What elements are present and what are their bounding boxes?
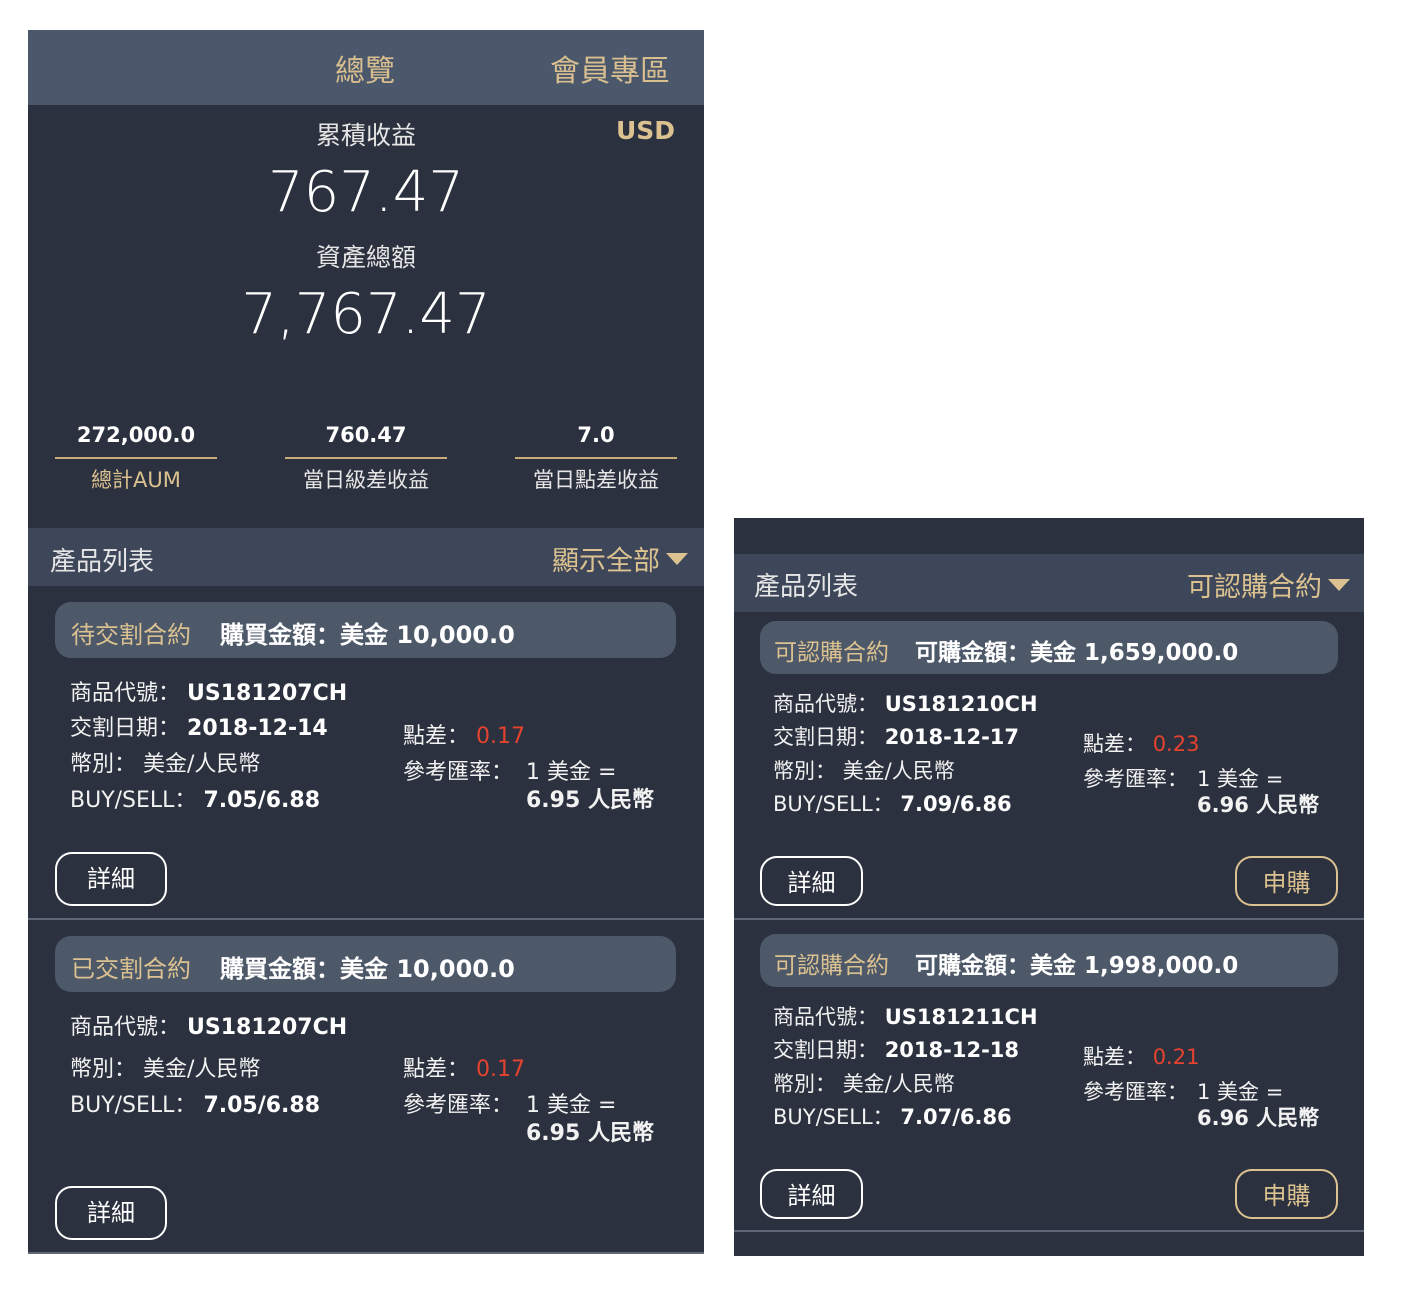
spread-row: 點差： 0.17 (403, 1057, 525, 1082)
purchase-amount: 購買金額：美金 10,000.0 (220, 621, 515, 649)
stat-daily-spread-earnings: 7.0 當日點差收益 (515, 420, 677, 495)
buy-sell-row: BUY/SELL： 7.09/6.86 (773, 792, 1012, 816)
contract-status: 可認購合約 (774, 953, 889, 979)
buy-sell-row: BUY/SELL： 7.07/6.86 (773, 1105, 1012, 1129)
stat-underline (515, 457, 677, 459)
reference-rate-line2: 6.96 人民幣 (1197, 1106, 1320, 1130)
contract-card-header: 可認購合約 可購金額：美金 1,659,000.0 (760, 621, 1338, 674)
filter-label: 可認購合約 (1187, 572, 1322, 603)
stat-underline (285, 457, 447, 459)
product-code-row: 商品代號： US181210CH (773, 692, 1038, 716)
filter-dropdown[interactable]: 可認購合約 (1187, 565, 1350, 604)
reference-rate-line2: 6.95 人民幣 (526, 788, 654, 813)
purchase-amount: 購買金額：美金 10,000.0 (220, 955, 515, 983)
reference-rate-line2: 6.95 人民幣 (526, 1121, 654, 1146)
currency-row: 幣別： 美金/人民幣 (773, 1072, 955, 1096)
card-divider (28, 1252, 704, 1254)
settlement-date-row: 交割日期： 2018-12-17 (773, 725, 1020, 749)
product-list-screen: 產品列表 可認購合約 可認購合約 可購金額：美金 1,659,000.0 商品代… (734, 518, 1364, 1256)
filter-label: 顯示全部 (552, 546, 660, 577)
detail-button[interactable]: 詳細 (760, 856, 863, 906)
stat-label: 總計AUM (91, 468, 181, 492)
contract-status: 已交割合約 (71, 955, 191, 983)
reference-rate-label: 參考匯率： (403, 760, 514, 785)
product-code-row: 商品代號： US181211CH (773, 1005, 1038, 1029)
top-tab-bar: 總覽 會員專區 (28, 30, 704, 105)
detail-button[interactable]: 詳細 (55, 1186, 167, 1240)
stat-label: 當日級差收益 (303, 468, 429, 492)
detail-button[interactable]: 詳細 (55, 852, 167, 906)
stat-label: 當日點差收益 (533, 468, 659, 492)
accumulated-earnings-label: 累積收益 (315, 121, 416, 150)
card-divider (734, 918, 1364, 920)
total-assets-label: 資產總額 (315, 243, 416, 272)
subscribe-button[interactable]: 申購 (1235, 1169, 1338, 1219)
product-list-title: 產品列表 (50, 547, 155, 577)
product-list-header: 產品列表 可認購合約 (734, 554, 1364, 612)
stat-value: 7.0 (577, 423, 615, 447)
currency-row: 幣別： 美金/人民幣 (70, 1057, 261, 1082)
product-code-row: 商品代號： US181207CH (70, 1015, 348, 1040)
product-list-title: 產品列表 (754, 572, 859, 602)
stat-value: 272,000.0 (76, 423, 196, 447)
contract-card-header: 可認購合約 可購金額：美金 1,998,000.0 (760, 934, 1338, 987)
available-amount: 可購金額：美金 1,998,000.0 (915, 953, 1239, 979)
overview-screen: 總覽 會員專區 累積收益 USD 767.47 資產總額 7,767.47 27… (28, 30, 704, 1254)
settlement-date-row: 交割日期： 2018-12-18 (773, 1038, 1020, 1062)
reference-rate-label: 參考匯率： (1083, 767, 1188, 791)
stat-total-aum: 272,000.0 總計AUM (55, 420, 217, 495)
accumulated-earnings-value: 767.47 (268, 160, 464, 225)
stat-underline (55, 457, 217, 459)
reference-rate-line2: 6.96 人民幣 (1197, 793, 1320, 817)
reference-rate-label: 參考匯率： (403, 1093, 514, 1118)
buy-sell-row: BUY/SELL： 7.05/6.88 (70, 1093, 321, 1118)
chevron-down-icon (666, 552, 688, 565)
spread-row: 點差： 0.21 (1083, 1045, 1200, 1069)
card-divider (734, 1230, 1364, 1232)
stat-daily-tier-earnings: 760.47 當日級差收益 (285, 420, 447, 495)
detail-button[interactable]: 詳細 (760, 1169, 863, 1219)
filter-dropdown[interactable]: 顯示全部 (552, 539, 688, 578)
tab-member-area[interactable]: 會員專區 (550, 46, 670, 90)
contract-card-header: 已交割合約 購買金額：美金 10,000.0 (55, 936, 676, 992)
currency-row: 幣別： 美金/人民幣 (70, 752, 261, 777)
stat-value: 760.47 (325, 423, 407, 447)
card-divider (28, 918, 704, 920)
available-amount: 可購金額：美金 1,659,000.0 (915, 640, 1239, 666)
contract-card-header: 待交割合約 購買金額：美金 10,000.0 (55, 602, 676, 658)
subscribe-button[interactable]: 申購 (1235, 856, 1338, 906)
spread-row: 點差： 0.23 (1083, 732, 1200, 756)
buy-sell-row: BUY/SELL： 7.05/6.88 (70, 788, 321, 813)
tab-overview[interactable]: 總覽 (335, 46, 395, 90)
settlement-date-row: 交割日期： 2018-12-14 (70, 716, 328, 741)
product-code-row: 商品代號： US181207CH (70, 681, 348, 706)
currency-row: 幣別： 美金/人民幣 (773, 759, 955, 783)
reference-rate-label: 參考匯率： (1083, 1080, 1188, 1104)
spread-row: 點差： 0.17 (403, 724, 525, 749)
total-assets-value: 7,767.47 (241, 282, 491, 347)
chevron-down-icon (1328, 578, 1350, 591)
currency-label: USD (615, 116, 675, 145)
contract-status: 待交割合約 (71, 621, 191, 649)
contract-status: 可認購合約 (774, 640, 889, 666)
product-list-header: 產品列表 顯示全部 (28, 528, 704, 586)
